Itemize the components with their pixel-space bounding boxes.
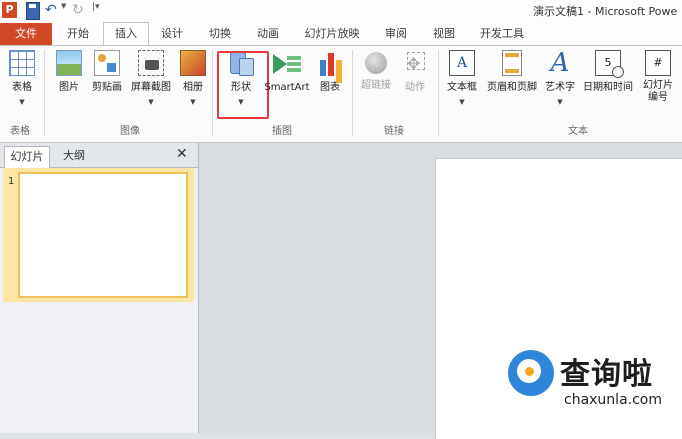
wordart-icon: A	[550, 48, 570, 78]
title-bar: P ↶ ▼ ↻ |▾ 演示文稿1 - Microsoft Powe	[0, 0, 682, 21]
screenshot-label: 屏幕截图	[131, 82, 171, 93]
smartart-icon	[271, 50, 303, 76]
chevron-down-icon: ▼	[557, 98, 563, 106]
slide-thumbnail[interactable]	[18, 172, 188, 298]
slide-number-label-line2: 编号	[648, 92, 668, 103]
chevron-down-icon: ▼	[190, 98, 196, 106]
photo-album-icon	[180, 50, 206, 76]
table-button[interactable]: 表格 ▼	[6, 50, 38, 106]
ribbon: 表格 ▼ 表格 图片 剪贴画 屏幕截图 ▼ 相册 ▼ 图像 形状 ▼ Smart…	[0, 46, 682, 143]
chart-icon	[317, 50, 343, 76]
clipart-label: 剪贴画	[92, 82, 122, 93]
tab-transitions[interactable]: 切换	[200, 23, 240, 44]
slides-pane-tabs: 幻灯片 大纲 ✕	[0, 143, 198, 168]
tab-developer[interactable]: 开发工具	[474, 23, 530, 44]
wordart-label: 艺术字	[545, 82, 575, 93]
chart-label: 图表	[320, 82, 340, 93]
tab-slides[interactable]: 幻灯片	[4, 146, 50, 168]
screenshot-button[interactable]: 屏幕截图 ▼	[128, 50, 174, 106]
tab-slideshow[interactable]: 幻灯片放映	[300, 23, 364, 44]
chevron-down-icon: ▼	[459, 98, 465, 106]
group-label-images: 图像	[120, 126, 140, 137]
table-icon	[9, 50, 35, 76]
picture-button[interactable]: 图片	[54, 50, 84, 94]
chevron-down-icon: ▼	[19, 98, 25, 106]
slide-number-label-line1: 幻灯片	[643, 80, 673, 91]
table-label: 表格	[12, 82, 32, 93]
date-time-button[interactable]: 5 日期和时间	[580, 50, 636, 94]
textbox-icon: A	[449, 50, 475, 76]
photo-album-button[interactable]: 相册 ▼	[178, 50, 208, 106]
calendar-icon: 5	[595, 50, 624, 78]
clipart-button[interactable]: 剪贴画	[89, 50, 125, 94]
group-divider	[44, 50, 45, 136]
action-button[interactable]: 动作	[400, 50, 430, 94]
hyperlink-label: 超链接	[361, 80, 391, 91]
action-icon	[402, 50, 428, 76]
group-divider	[352, 50, 353, 136]
group-divider	[212, 50, 213, 136]
slides-pane: 幻灯片 大纲 ✕ 1	[0, 143, 199, 433]
group-label-text: 文本	[568, 126, 588, 137]
powerpoint-app-icon[interactable]: P	[2, 2, 17, 18]
screenshot-icon	[138, 50, 164, 76]
textbox-label: 文本框	[447, 82, 477, 93]
textbox-button[interactable]: A 文本框 ▼	[442, 50, 482, 106]
tab-review[interactable]: 审阅	[376, 23, 416, 44]
header-footer-icon	[502, 50, 522, 76]
hyperlink-icon	[365, 52, 387, 74]
smartart-button[interactable]: SmartArt	[262, 50, 312, 94]
watermark-text: 查询啦	[560, 357, 653, 392]
header-footer-button[interactable]: 页眉和页脚	[484, 50, 540, 94]
slide-thumbnail-number: 1	[8, 176, 15, 187]
group-divider	[438, 50, 439, 136]
group-label-illustrations: 插图	[272, 126, 292, 137]
group-label-links: 链接	[384, 126, 404, 137]
smartart-label: SmartArt	[264, 82, 310, 93]
hyperlink-button[interactable]: 超链接	[358, 50, 394, 92]
clipart-icon	[94, 50, 120, 76]
date-time-label: 日期和时间	[583, 82, 633, 93]
photo-album-label: 相册	[183, 82, 203, 93]
window-title: 演示文稿1 - Microsoft Powe	[533, 5, 678, 18]
save-icon[interactable]	[26, 2, 40, 20]
picture-icon	[56, 50, 82, 76]
ribbon-tabs: 文件 开始 插入 设计 切换 动画 幻灯片放映 审阅 视图 开发工具	[0, 20, 682, 46]
tab-home[interactable]: 开始	[58, 23, 98, 44]
tab-animations[interactable]: 动画	[248, 23, 288, 44]
slide-number-label: 幻灯片 编号	[640, 80, 676, 104]
chevron-down-icon: ▼	[148, 98, 154, 106]
tab-file[interactable]: 文件	[0, 23, 52, 45]
picture-label: 图片	[59, 82, 79, 93]
close-icon[interactable]: ✕	[176, 146, 188, 162]
undo-dropdown-icon[interactable]: ▼	[61, 2, 66, 18]
wordart-button[interactable]: A 艺术字 ▼	[542, 50, 578, 106]
watermark-url: chaxunla.com	[564, 392, 662, 408]
chart-button[interactable]: 图表	[316, 50, 344, 94]
watermark-logo-icon	[508, 350, 554, 396]
watermark: 查询啦 chaxunla.com	[508, 348, 678, 408]
tab-outline[interactable]: 大纲	[54, 146, 94, 166]
tab-insert[interactable]: 插入	[103, 22, 149, 45]
header-footer-label: 页眉和页脚	[487, 82, 537, 93]
redo-icon[interactable]: ↻	[72, 2, 84, 18]
action-label: 动作	[405, 82, 425, 93]
slide-number-icon: #	[645, 50, 671, 76]
tab-design[interactable]: 设计	[152, 23, 192, 44]
slide-number-button[interactable]: # 幻灯片 编号	[640, 50, 676, 104]
tab-view[interactable]: 视图	[424, 23, 464, 44]
customize-quick-access-icon[interactable]: |▾	[92, 2, 100, 18]
group-label-tables: 表格	[10, 126, 30, 137]
undo-icon[interactable]: ↶	[45, 2, 57, 18]
